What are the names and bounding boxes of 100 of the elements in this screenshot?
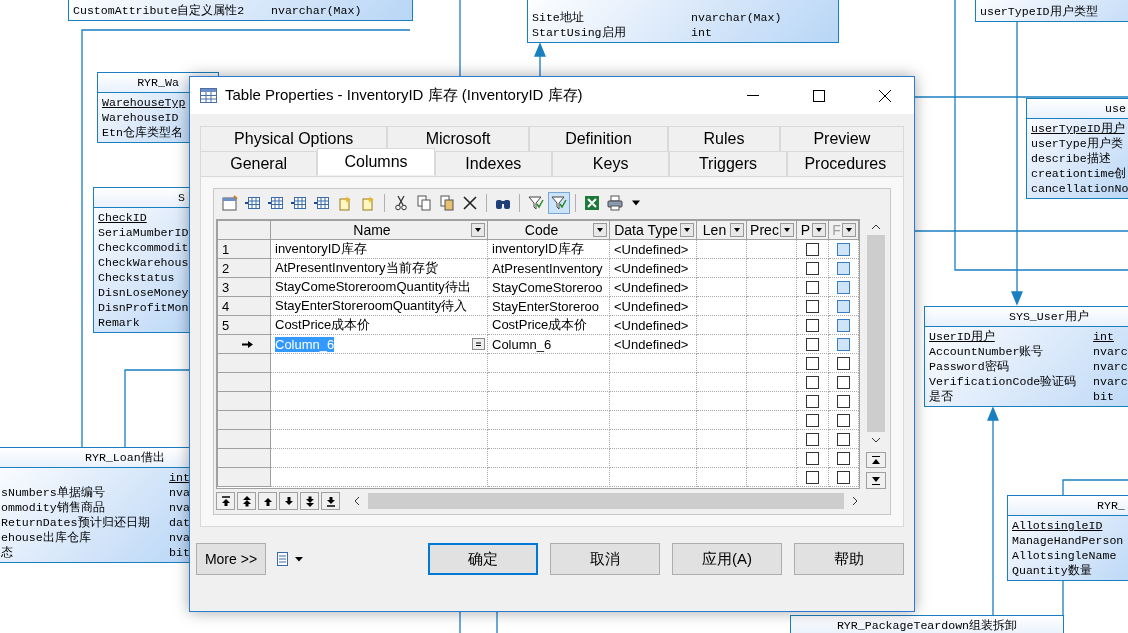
caret-icon[interactable] — [631, 200, 641, 206]
checkbox[interactable] — [837, 375, 850, 389]
column-header[interactable]: Code — [488, 220, 610, 240]
entity-title: RYR_PackageTeardown组装拆卸 — [791, 616, 1063, 633]
checkbox[interactable] — [806, 261, 819, 275]
tab[interactable]: General — [200, 151, 318, 176]
column-header[interactable]: Data Type — [610, 220, 697, 240]
move-page-up-button[interactable] — [237, 492, 256, 510]
copy-icon — [416, 195, 432, 211]
column-name: WarehouseID — [102, 110, 179, 125]
tab[interactable]: Physical Options — [200, 126, 388, 151]
print-button[interactable] — [604, 192, 626, 214]
row-header[interactable]: 5 — [217, 316, 271, 335]
checkbox[interactable] — [837, 470, 850, 484]
column-name: CustomAttribute自定义属性2 — [73, 3, 246, 18]
checkbox[interactable] — [806, 280, 819, 294]
row-header[interactable]: 4 — [217, 297, 271, 316]
column-name: userType用户类 — [1031, 136, 1123, 151]
checkbox[interactable] — [837, 451, 850, 465]
column-header[interactable]: P — [797, 220, 829, 240]
column-type: nva — [169, 485, 190, 500]
tab[interactable]: Procedures — [786, 151, 904, 176]
checkbox[interactable] — [806, 394, 819, 408]
tab[interactable]: Preview — [779, 126, 905, 151]
column-header[interactable]: Name — [271, 220, 488, 240]
table-cell: AtPresentInventory当前存货 — [271, 259, 488, 278]
tab[interactable]: Indexes — [434, 151, 552, 176]
tab[interactable]: Rules — [668, 126, 780, 151]
column-type: bit — [1093, 389, 1114, 404]
column-header[interactable]: Prec — [747, 220, 797, 240]
checkbox[interactable] — [806, 318, 819, 332]
edit-button-icon[interactable] — [472, 338, 485, 350]
checkbox[interactable] — [837, 394, 850, 408]
checkbox[interactable] — [806, 470, 819, 484]
column-type: nvarchar(Max) — [271, 3, 362, 18]
checkbox[interactable] — [806, 242, 819, 256]
move-up-button[interactable] — [258, 492, 277, 510]
table-cell: <Undefined> — [610, 259, 697, 278]
checkbox[interactable] — [837, 413, 850, 427]
tab[interactable]: Columns — [317, 148, 435, 175]
scrollbar-thumb[interactable] — [368, 493, 844, 509]
tab[interactable]: Triggers — [669, 151, 787, 176]
checkbox[interactable] — [806, 451, 819, 465]
cut-icon — [393, 195, 409, 211]
arrow-up-icon — [241, 495, 252, 507]
checkbox[interactable] — [806, 375, 819, 389]
tab[interactable]: Definition — [528, 126, 669, 151]
checkbox[interactable] — [806, 432, 819, 446]
chevron-right-icon — [852, 496, 858, 506]
move-top-button[interactable] — [866, 451, 886, 469]
tab[interactable]: Microsoft — [387, 126, 529, 151]
move-bottom-button[interactable] — [866, 472, 886, 489]
column-name: StartUsing启用 — [532, 25, 627, 40]
dialog-button[interactable]: 确定 — [428, 543, 538, 575]
minimize-icon — [747, 95, 759, 96]
dialog-button[interactable]: 应用(A) — [672, 543, 782, 575]
column-name: describe描述 — [1031, 151, 1111, 166]
table-cell: AtPresentInventory — [488, 259, 610, 278]
checkbox[interactable] — [837, 432, 850, 446]
dialog-button[interactable]: 取消 — [550, 543, 660, 575]
arrow-down-icon — [325, 495, 336, 507]
entity-title: use — [1027, 99, 1128, 119]
table-cell — [697, 411, 747, 430]
column-name: 态 — [1, 545, 14, 560]
column-name: Remark — [98, 315, 140, 330]
caret-icon — [295, 556, 303, 562]
chevron-up-icon — [871, 224, 881, 231]
table-cell: StayEnterStoreroo — [488, 297, 610, 316]
column-type: nvarc — [1093, 359, 1128, 374]
checkbox[interactable] — [806, 299, 819, 313]
column-name: Password密码 — [929, 359, 1010, 374]
checkbox[interactable] — [806, 356, 819, 370]
table-cell — [697, 373, 747, 392]
move-top-button[interactable] — [216, 492, 235, 510]
table-cell — [697, 449, 747, 468]
more-button[interactable]: More >> — [196, 543, 266, 575]
move-bottom-button[interactable] — [321, 492, 340, 510]
tab[interactable]: Keys — [552, 151, 670, 176]
filter-button[interactable] — [548, 192, 570, 214]
column-name: ManageHandPerson — [1012, 533, 1124, 548]
move-page-down-button[interactable] — [300, 492, 319, 510]
row-header[interactable]: 2 — [217, 259, 271, 278]
checkbox[interactable] — [837, 356, 850, 370]
column-name: AllotsingleName — [1012, 548, 1117, 563]
checkbox[interactable] — [806, 337, 819, 351]
column-header[interactable]: Len — [697, 220, 747, 240]
table-cell: <Undefined> — [610, 240, 697, 259]
table-icon — [200, 88, 217, 103]
dialog-button[interactable]: 帮助 — [794, 543, 904, 575]
row-header[interactable]: 3 — [217, 278, 271, 297]
row-header[interactable] — [217, 335, 271, 354]
menu-button[interactable] — [276, 551, 303, 567]
column-name: userTypeID用户 — [1031, 121, 1125, 136]
table-cell — [697, 335, 747, 354]
checkbox[interactable] — [806, 413, 819, 427]
move-down-button[interactable] — [279, 492, 298, 510]
scrollbar-thumb[interactable] — [867, 235, 885, 432]
row-header[interactable]: 1 — [217, 240, 271, 259]
column-type: dat — [169, 515, 190, 530]
print-icon — [607, 195, 623, 211]
